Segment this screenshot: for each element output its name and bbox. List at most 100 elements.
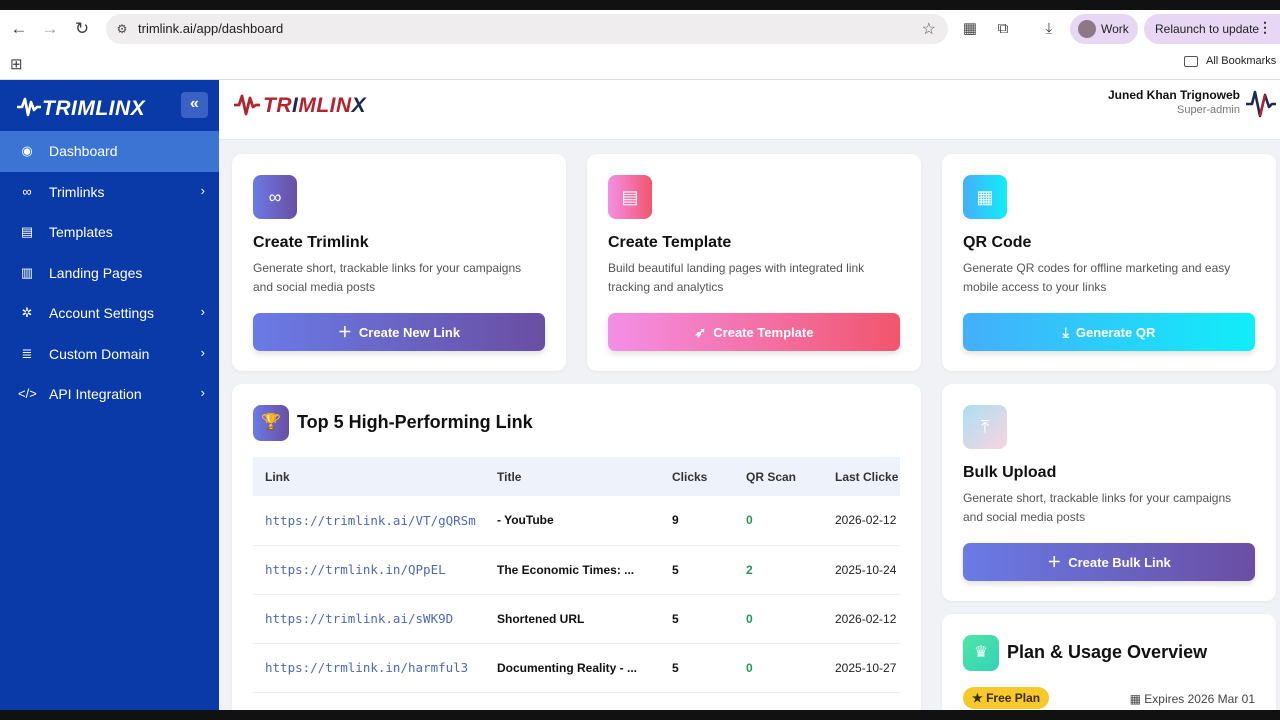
qr-scan-cell: 0	[734, 692, 823, 710]
apps-grid-icon[interactable]: ⊞	[10, 55, 23, 73]
bookmark-star-icon[interactable]: ☆	[922, 19, 936, 39]
card-description: Build beautiful landing pages with integ…	[608, 261, 865, 294]
plus-icon: ＋	[1047, 554, 1062, 570]
gear-icon: ✲	[21, 305, 33, 320]
last-clicked-cell: 2025-10-24	[823, 545, 900, 595]
logo-text-part: MLIN	[298, 94, 352, 117]
all-bookmarks-link[interactable]: All Bookmarks	[1206, 55, 1276, 67]
sidebar-collapse-button[interactable]: «	[181, 92, 208, 118]
folder-icon[interactable]	[1184, 56, 1198, 67]
table-header-row: Link Title Clicks QR Scan Last Clicke	[253, 457, 900, 496]
generate-qr-button[interactable]: ⤓ Generate QR	[963, 313, 1255, 351]
sidebar: TRIMLINX « ◉ Dashboard ∞ Trimlinks › ▤ T…	[0, 80, 219, 710]
sidebar-logo[interactable]: TRIMLINX	[16, 96, 145, 120]
address-bar[interactable]: ⚙ trimlink.ai/app/dashboard ☆	[106, 14, 948, 44]
button-label: Create New Link	[358, 325, 461, 340]
logo-mark-icon	[17, 97, 41, 117]
sidebar-item-account-settings[interactable]: ✲ Account Settings ›	[0, 293, 219, 334]
star-icon: ★	[972, 691, 987, 705]
sidebar-item-label: Custom Domain	[49, 345, 150, 362]
column-header: Clicks	[672, 469, 708, 484]
logo-mark-icon	[234, 94, 260, 116]
extensions-puzzle-icon[interactable]: ⧉	[993, 19, 1013, 39]
button-label: Create Bulk Link	[1068, 555, 1171, 570]
create-template-card: ▤ Create Template Build beautiful landin…	[587, 154, 921, 371]
logo-text-part: X	[351, 94, 367, 117]
kebab-menu-icon[interactable]: ⋮	[1258, 19, 1272, 36]
plus-icon: ＋	[337, 324, 352, 340]
card-title: QR Code	[963, 234, 1032, 251]
card-title: Create Trimlink	[253, 234, 369, 251]
browser-window: ← → ↻ ⚙ trimlink.ai/app/dashboard ☆ ▦ ⧉ …	[0, 10, 1280, 710]
forward-arrow-icon[interactable]: →	[39, 18, 61, 40]
logo-text-part: TR	[263, 94, 292, 117]
table-row: https://trimlink.in/VT/zbCSm Shortened U…	[253, 692, 900, 710]
expiry-text: Expires 2026 Mar 01	[1144, 692, 1255, 706]
title-cell: The Economic Times: ...	[485, 545, 660, 595]
user-name[interactable]: Juned Khan Trignoweb	[1108, 88, 1240, 102]
reload-icon[interactable]: ↻	[71, 18, 93, 40]
back-arrow-icon[interactable]: ←	[8, 18, 30, 40]
clicks-cell: 9	[660, 496, 734, 546]
sidebar-item-templates[interactable]: ▤ Templates	[0, 212, 219, 253]
relaunch-label: Relaunch to update	[1155, 22, 1260, 36]
url-text[interactable]: trimlink.ai/app/dashboard	[138, 21, 283, 36]
user-avatar[interactable]	[1244, 87, 1278, 121]
link-icon: ∞	[253, 175, 297, 219]
title-cell: Documenting Reality - ...	[485, 643, 660, 693]
top-links-card: 🏆 Top 5 High-Performing Link Link Title …	[232, 384, 921, 710]
top-links-table-wrapper[interactable]: Link Title Clicks QR Scan Last Clicke ht…	[253, 457, 900, 710]
sidebar-item-trimlinks[interactable]: ∞ Trimlinks ›	[0, 172, 219, 213]
bookmarks-bar: ⊞ All Bookmarks	[0, 48, 1280, 80]
table-row: https://trmlink.in/QPpEL The Economic Ti…	[253, 545, 900, 595]
top-header: TRIMLINX Juned Khan Trignoweb Super-admi…	[219, 80, 1280, 140]
link-cell[interactable]: https://trimlink.ai/sWK9D	[253, 594, 485, 644]
column-header: QR Scan	[746, 469, 797, 484]
qr-scan-cell: 0	[734, 594, 823, 644]
link-cell[interactable]: https://trimlink.in/VT/zbCSm	[253, 692, 485, 710]
qr-scan-cell: 0	[734, 643, 823, 693]
clicks-cell: 5	[660, 643, 734, 693]
site-settings-icon[interactable]: ⚙	[114, 21, 130, 37]
sidebar-item-label: Dashboard	[49, 143, 118, 159]
last-clicked-cell: 2025-10-27	[823, 643, 900, 693]
chevron-right-icon: ›	[200, 344, 205, 360]
section-title: Top 5 High-Performing Link	[297, 412, 533, 432]
avatar	[1078, 20, 1096, 38]
crown-icon: ♛	[963, 635, 999, 671]
download-icon[interactable]: ⤓	[1039, 19, 1059, 39]
link-cell[interactable]: https://trmlink.in/harmful3	[253, 643, 485, 693]
calendar-icon: ▦	[1129, 692, 1145, 706]
file-code-icon: ▤	[20, 224, 34, 239]
link-cell[interactable]: https://trimlink.ai/VT/gQRSm	[253, 496, 485, 546]
create-bulk-link-button[interactable]: ＋ Create Bulk Link	[963, 543, 1255, 581]
create-template-button[interactable]: ➶ Create Template	[608, 313, 900, 351]
link-cell[interactable]: https://trmlink.in/QPpEL	[253, 545, 485, 595]
relaunch-button[interactable]: Relaunch to update ⋮	[1144, 14, 1280, 44]
qrcode-share-icon[interactable]: ▦	[960, 19, 980, 39]
plan-expiry: ▦ Expires 2026 Mar 01	[1130, 692, 1255, 706]
sidebar-item-custom-domain[interactable]: ≣ Custom Domain ›	[0, 334, 219, 375]
card-description: Generate QR codes for offline marketing …	[963, 261, 1231, 294]
sidebar-item-dashboard[interactable]: ◉ Dashboard	[0, 131, 219, 172]
sidebar-item-landing-pages[interactable]: ▥ Landing Pages	[0, 253, 219, 294]
sidebar-item-api-integration[interactable]: </> API Integration ›	[0, 374, 219, 415]
create-new-link-button[interactable]: ＋ Create New Link	[253, 313, 545, 351]
last-clicked-cell: 2026-01-27	[823, 692, 900, 710]
title-cell: - YouTube	[485, 496, 660, 546]
clicks-cell: 4	[660, 692, 734, 710]
sidebar-item-label: Account Settings	[49, 305, 155, 321]
column-header: Link	[265, 469, 290, 484]
code-icon: </>	[18, 386, 37, 401]
table-row: https://trmlink.in/harmful3 Documenting …	[253, 643, 900, 693]
button-label: Create Template	[713, 325, 814, 340]
column-header: Last Clicke	[835, 469, 899, 484]
rocket-icon: ➶	[694, 324, 707, 340]
clicks-cell: 5	[660, 594, 734, 644]
profile-button[interactable]: Work	[1070, 14, 1138, 44]
button-label: Generate QR	[1075, 325, 1156, 340]
clicks-cell: 5	[660, 545, 734, 595]
link-icon: ∞	[22, 183, 32, 199]
qrcode-icon: ▦	[963, 175, 1007, 219]
create-trimlink-card: ∞ Create Trimlink Generate short, tracka…	[232, 154, 566, 371]
